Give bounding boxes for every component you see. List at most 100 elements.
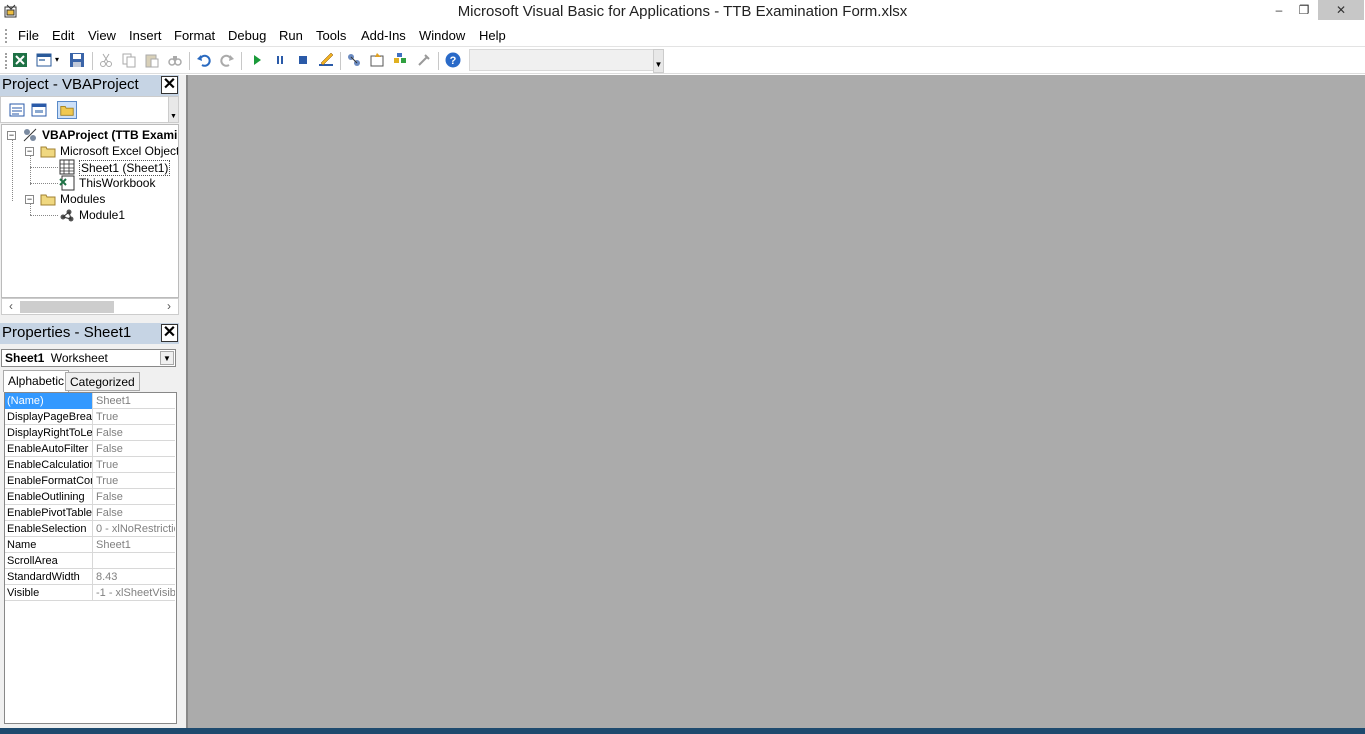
scrollbar-thumb[interactable] bbox=[20, 301, 114, 313]
project-tree-hscrollbar[interactable]: ‹ › bbox=[1, 298, 179, 315]
scroll-right-icon[interactable]: › bbox=[161, 299, 177, 314]
minimize-button[interactable]: – bbox=[1265, 0, 1293, 20]
tab-categorized[interactable]: Categorized bbox=[65, 372, 140, 391]
property-value[interactable]: False bbox=[94, 425, 175, 441]
view-object-icon[interactable] bbox=[29, 101, 49, 119]
view-excel-icon[interactable] bbox=[12, 52, 28, 68]
property-row[interactable]: Name Sheet1 bbox=[5, 537, 175, 553]
property-row[interactable]: DisplayRightToLeft False bbox=[5, 425, 175, 441]
tree-connector bbox=[30, 167, 58, 168]
cut-icon[interactable] bbox=[98, 52, 114, 68]
properties-tabs: Alphabetic Categorized bbox=[0, 370, 179, 392]
reset-icon[interactable] bbox=[295, 52, 311, 68]
toolbox-icon[interactable] bbox=[416, 52, 432, 68]
close-button[interactable]: ✕ bbox=[1318, 0, 1364, 20]
toolbar-separator bbox=[340, 52, 341, 70]
menu-grip[interactable] bbox=[5, 29, 7, 43]
property-value[interactable]: False bbox=[94, 505, 175, 521]
property-row[interactable]: EnableCalculation True bbox=[5, 457, 175, 473]
toolbar-grip[interactable] bbox=[5, 53, 7, 69]
toggle-folders-icon[interactable] bbox=[57, 101, 77, 119]
scroll-left-icon[interactable]: ‹ bbox=[3, 299, 19, 314]
tab-alphabetic[interactable]: Alphabetic bbox=[3, 370, 70, 392]
module-icon bbox=[60, 209, 74, 222]
object-type: Worksheet bbox=[50, 351, 108, 365]
property-value[interactable]: True bbox=[94, 409, 175, 425]
menu-format[interactable]: Format bbox=[174, 28, 215, 43]
menu-edit[interactable]: Edit bbox=[52, 28, 74, 43]
property-row[interactable]: StandardWidth 8.43 bbox=[5, 569, 175, 585]
property-value[interactable]: -1 - xlSheetVisible bbox=[94, 585, 175, 601]
property-value[interactable]: True bbox=[94, 457, 175, 473]
property-row[interactable]: Visible-1 - xlSheetVisible bbox=[5, 585, 175, 601]
property-value[interactable]: 0 - xlNoRestrictions bbox=[94, 521, 175, 537]
object-name: Sheet1 bbox=[5, 351, 45, 365]
object-browser-icon[interactable] bbox=[392, 52, 408, 68]
property-row[interactable]: EnableSelection0 - xlNoRestrictions bbox=[5, 521, 175, 537]
property-name: EnableOutlining bbox=[5, 489, 93, 505]
design-mode-icon[interactable] bbox=[318, 52, 334, 68]
redo-icon[interactable] bbox=[219, 52, 235, 68]
property-value[interactable]: Sheet1 bbox=[94, 393, 175, 409]
break-icon[interactable] bbox=[272, 52, 288, 68]
procedure-combo[interactable] bbox=[469, 49, 655, 71]
copy-icon[interactable] bbox=[121, 52, 137, 68]
property-row[interactable]: EnableAutoFilter False bbox=[5, 441, 175, 457]
property-row[interactable]: EnablePivotTable False bbox=[5, 505, 175, 521]
property-value[interactable]: False bbox=[94, 489, 175, 505]
property-value[interactable] bbox=[94, 553, 175, 569]
view-code-icon[interactable] bbox=[7, 101, 27, 119]
project-explorer-icon[interactable] bbox=[346, 52, 362, 68]
menu-window[interactable]: Window bbox=[419, 28, 465, 43]
toolbar-overflow-icon[interactable]: ▼ bbox=[653, 49, 664, 73]
menu-tools[interactable]: Tools bbox=[316, 28, 346, 43]
tree-item-label: VBAProject (TTB Examination Form.xlsx) bbox=[42, 128, 178, 142]
menu-view[interactable]: View bbox=[88, 28, 116, 43]
property-row[interactable]: DisplayPageBreaksTrue bbox=[5, 409, 175, 425]
property-name: Name bbox=[5, 537, 93, 553]
menu-add-ins[interactable]: Add-Ins bbox=[361, 28, 406, 43]
collapse-toggle-icon[interactable]: − bbox=[7, 131, 16, 140]
property-row[interactable]: EnableFormatConditionsCalculationTrue bbox=[5, 473, 175, 489]
toolbar-separator bbox=[241, 52, 242, 70]
property-row[interactable]: ScrollArea bbox=[5, 553, 175, 569]
tree-item-label: Module1 bbox=[79, 208, 126, 222]
menu-insert[interactable]: Insert bbox=[129, 28, 162, 43]
collapse-toggle-icon[interactable]: − bbox=[25, 147, 34, 156]
property-value[interactable]: Sheet1 bbox=[94, 537, 175, 553]
property-row[interactable]: (Name) Sheet1 bbox=[5, 393, 175, 409]
property-name: StandardWidth bbox=[5, 569, 93, 585]
insert-userform-icon[interactable] bbox=[36, 52, 52, 68]
property-row[interactable]: EnableOutlining False bbox=[5, 489, 175, 505]
svg-text:?: ? bbox=[450, 55, 457, 67]
help-icon[interactable]: ? bbox=[445, 52, 461, 68]
properties-window-icon[interactable] bbox=[369, 52, 385, 68]
property-value[interactable]: 8.43 bbox=[94, 569, 175, 585]
collapse-toggle-icon[interactable]: − bbox=[25, 195, 34, 204]
run-icon[interactable] bbox=[249, 52, 265, 68]
property-name: Visible bbox=[5, 585, 93, 601]
menu-run[interactable]: Run bbox=[279, 28, 303, 43]
menu-file[interactable]: File bbox=[18, 28, 39, 43]
save-icon[interactable] bbox=[69, 52, 85, 68]
chevron-down-icon[interactable]: ▼ bbox=[160, 351, 174, 365]
undo-icon[interactable] bbox=[196, 52, 212, 68]
find-icon[interactable] bbox=[167, 52, 183, 68]
window-title: Microsoft Visual Basic for Applications … bbox=[457, 3, 908, 20]
tree-item-label: Microsoft Excel Objects bbox=[60, 144, 179, 158]
vbaproject-icon bbox=[23, 128, 37, 142]
menu-help[interactable]: Help bbox=[479, 28, 506, 43]
property-value[interactable]: False bbox=[94, 441, 175, 457]
folder-icon bbox=[40, 146, 56, 158]
property-name: DisplayPageBreaks bbox=[7, 409, 93, 425]
menu-debug[interactable]: Debug bbox=[228, 28, 266, 43]
project-toolbar-overflow-icon[interactable]: ▼ bbox=[168, 97, 178, 122]
object-selector-combo[interactable]: Sheet1 Worksheet ▼ bbox=[1, 349, 176, 367]
project-pane-close-button[interactable]: ✕ bbox=[161, 76, 178, 94]
property-name: EnablePivotTable bbox=[7, 505, 93, 521]
tree-item-label: Sheet1 (Sheet1) bbox=[79, 160, 171, 176]
paste-icon[interactable] bbox=[144, 52, 160, 68]
restore-button[interactable]: ❐ bbox=[1290, 0, 1318, 20]
properties-pane-close-button[interactable]: ✕ bbox=[161, 324, 178, 342]
property-value[interactable]: True bbox=[94, 473, 175, 489]
